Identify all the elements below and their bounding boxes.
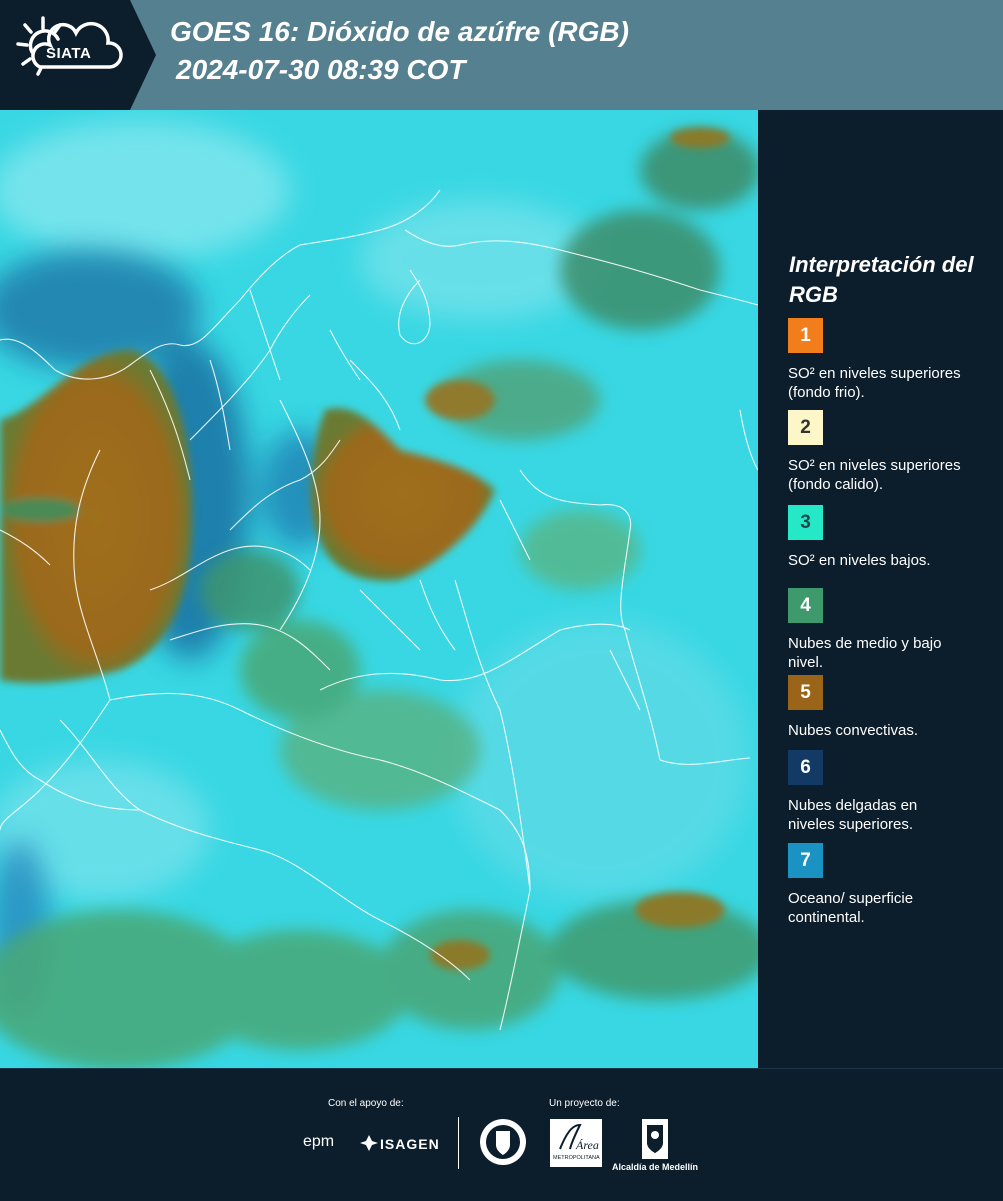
legend-swatch: 3	[788, 505, 823, 540]
siata-logo-text: SIATA	[46, 45, 92, 62]
legend-item-6: 6 Nubes delgadas en niveles superiores.	[788, 750, 988, 834]
legend-swatch: 7	[788, 843, 823, 878]
legend-item-2: 2 SO² en niveles superiores (fondo calido…	[788, 410, 988, 494]
header-arrow	[130, 0, 156, 110]
footer: Con el apoyo de: Un proyecto de: epm ISA…	[0, 1068, 1003, 1201]
legend-swatch: 6	[788, 750, 823, 785]
amva-subtext: METROPOLITANA	[553, 1155, 600, 1161]
siata-logo: SIATA	[0, 0, 130, 110]
header-bar: SIATA GOES 16: Dióxido de azúfre (RGB) 2…	[0, 0, 1003, 110]
legend-swatch: 4	[788, 588, 823, 623]
legend-item-7: 7 Oceano/ superficie continental.	[788, 843, 988, 927]
medellin-label: Alcaldía de Medellín	[612, 1162, 699, 1172]
amva-text: Área	[575, 1138, 599, 1152]
legend-item-4: 4 Nubes de medio y bajo nivel.	[788, 588, 988, 672]
legend-panel: Interpretación del RGB 1 SO² en niveles s…	[758, 110, 1003, 1068]
project-label: Un proyecto de:	[549, 1098, 620, 1109]
footer-divider	[458, 1117, 459, 1169]
isagen-logo: ISAGEN	[380, 1136, 440, 1152]
medellin-seal-icon	[480, 1119, 526, 1165]
legend-swatch: 5	[788, 675, 823, 710]
satellite-image	[0, 110, 758, 1068]
legend-label: SO² en niveles bajos.	[788, 552, 931, 569]
legend-label: Oceano/ superficie continental.	[788, 890, 914, 926]
legend-item-5: 5 Nubes convectivas.	[788, 675, 988, 740]
legend-title: Interpretación del RGB	[789, 252, 974, 307]
legend-item-3: 3 SO² en niveles bajos.	[788, 505, 988, 570]
page-title: GOES 16: Dióxido de azúfre (RGB)	[170, 16, 629, 47]
epm-logo: epm	[303, 1133, 335, 1150]
satellite-map[interactable]	[0, 110, 758, 1068]
support-label: Con el apoyo de:	[328, 1098, 404, 1109]
legend-label: SO² en niveles superiores (fondo calido)…	[788, 457, 961, 493]
amva-icon: Área METROPOLITANA	[550, 1119, 602, 1167]
legend-label: Nubes convectivas.	[788, 722, 919, 739]
isagen-icon	[360, 1135, 378, 1151]
amva-logo: Área METROPOLITANA	[550, 1119, 602, 1172]
legend-label: SO² en niveles superiores (fondo frio).	[788, 365, 961, 401]
medellin-crest-icon	[642, 1119, 668, 1159]
legend-label: Nubes delgadas en niveles superiores.	[788, 797, 918, 833]
page-timestamp: 2024-07-30 08:39 COT	[176, 54, 466, 85]
legend-label: Nubes de medio y bajo nivel.	[788, 635, 942, 671]
legend-item-1: 1 SO² en niveles superiores (fondo frio).	[788, 318, 988, 402]
legend-swatch: 2	[788, 410, 823, 445]
legend-swatch: 1	[788, 318, 823, 353]
